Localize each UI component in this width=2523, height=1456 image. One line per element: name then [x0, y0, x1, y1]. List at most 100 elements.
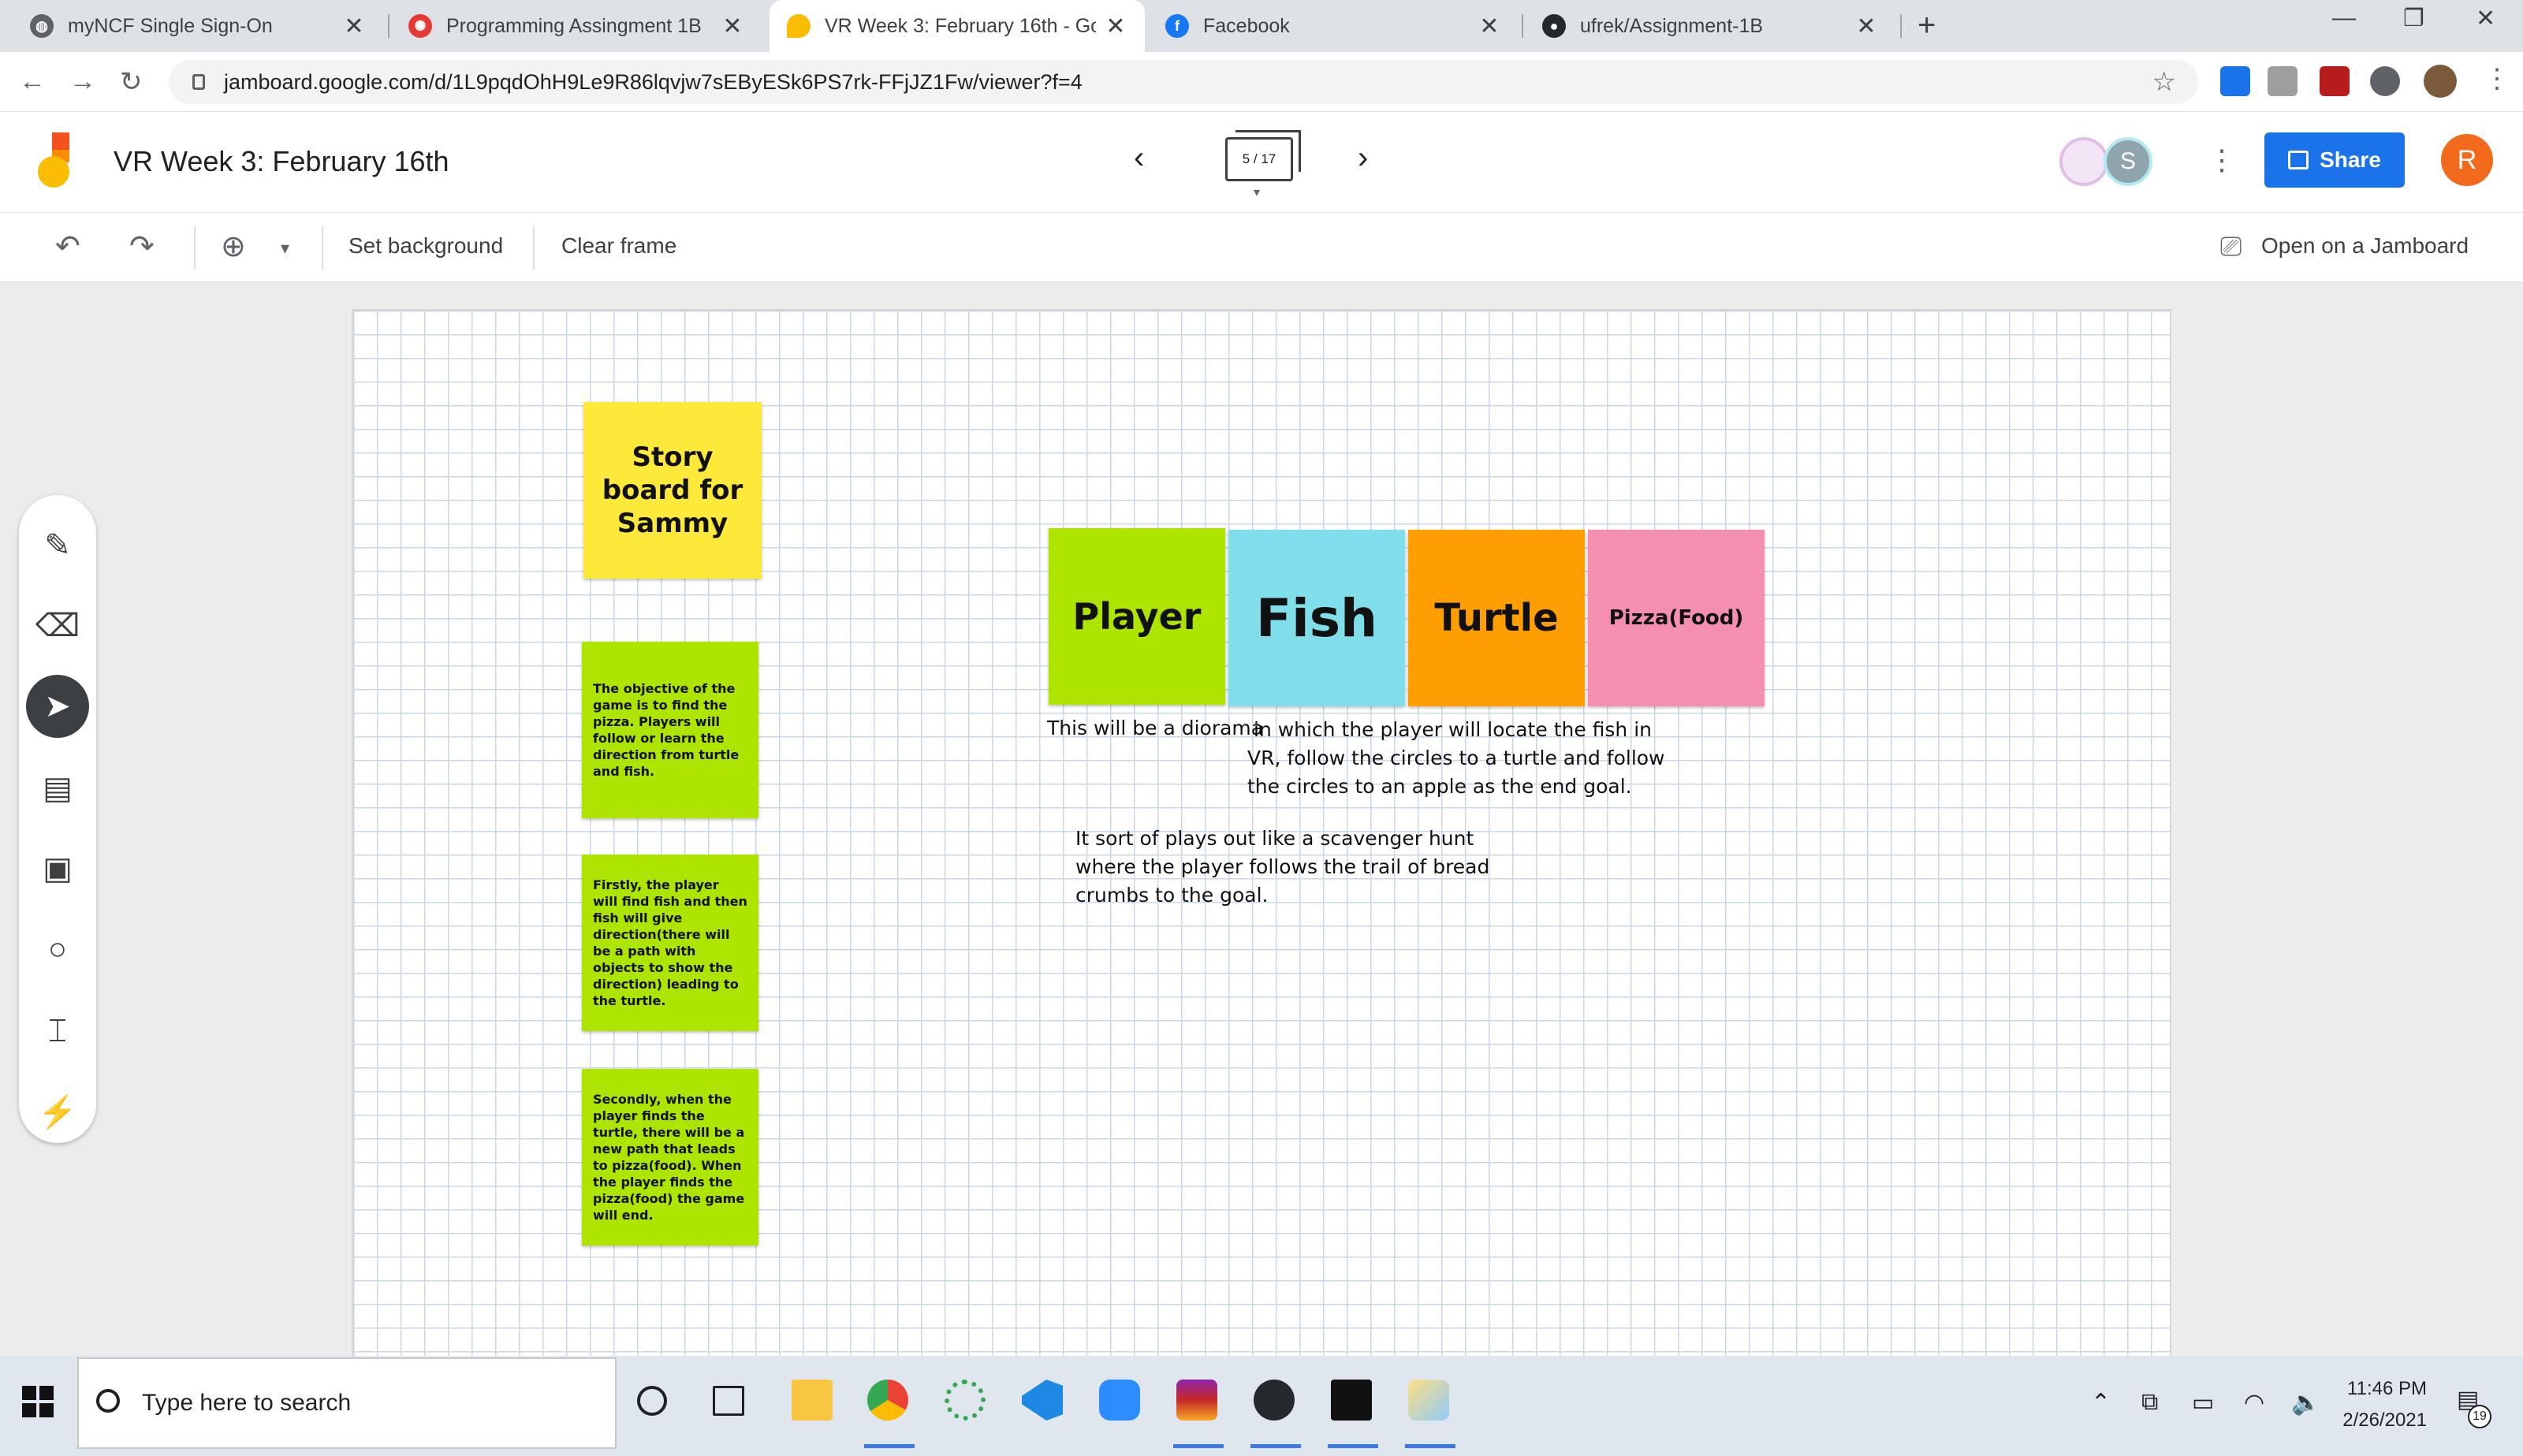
next-frame-icon[interactable]: › — [1358, 140, 1368, 176]
close-icon[interactable]: ✕ — [342, 13, 366, 40]
notification-count-badge: 19 — [2468, 1405, 2491, 1428]
pen-icon[interactable]: ✎ — [26, 514, 89, 577]
winrar-active-indicator — [1173, 1444, 1224, 1448]
text-box-diorama-start[interactable]: This will be a diorama — [1047, 714, 1263, 743]
tab-github[interactable]: ● ufrek/Assignment-1B ✕ — [1525, 0, 1895, 52]
more-options-icon[interactable]: ⋮ — [2208, 143, 2236, 177]
paint-icon[interactable] — [1408, 1380, 1449, 1421]
jamboard-toolbar: ↶ ↷ ⊕ ▾ Set background Clear frame ⎚ Ope… — [0, 213, 2523, 282]
search-icon — [96, 1389, 120, 1413]
sticky-note-objective[interactable]: The objective of the game is to find the… — [582, 642, 758, 818]
image-icon[interactable]: ▣ — [26, 837, 89, 900]
chrome-icon[interactable] — [867, 1380, 908, 1421]
text-box-diorama-rest[interactable]: in which the player will locate the fish… — [1247, 716, 1665, 801]
profile-avatar[interactable] — [2424, 65, 2457, 98]
zoom-dropdown-icon[interactable]: ▾ — [281, 238, 289, 259]
sync-app-icon[interactable] — [945, 1380, 986, 1421]
sticky-note-turtle[interactable]: Turtle — [1408, 530, 1585, 706]
minimize-icon[interactable]: — — [2332, 5, 2356, 32]
task-view-icon[interactable] — [713, 1386, 744, 1416]
set-background-button[interactable]: Set background — [348, 233, 503, 259]
sticky-note-fish[interactable]: Fish — [1228, 530, 1405, 706]
tray-chevron-icon[interactable]: ⌃ — [2091, 1389, 2111, 1417]
wifi-icon[interactable]: ◠ — [2244, 1389, 2264, 1417]
github-desktop-icon[interactable] — [1254, 1380, 1295, 1421]
extension-icon[interactable] — [2220, 66, 2250, 96]
undo-icon[interactable]: ↶ — [55, 229, 80, 264]
extensions-puzzle-icon[interactable] — [2370, 66, 2400, 96]
unity-icon[interactable] — [1331, 1380, 1372, 1421]
chrome-active-indicator — [864, 1444, 915, 1448]
tab-programming-assignment[interactable]: ✺ Programming Assingment 1B ✕ — [391, 0, 762, 52]
note-text: Player — [1072, 595, 1202, 638]
circle-shape-icon[interactable]: ○ — [26, 918, 89, 981]
cortana-icon[interactable] — [637, 1386, 667, 1416]
frame-counter[interactable]: 5 / 17 — [1225, 130, 1301, 181]
previous-frame-icon[interactable]: ‹ — [1134, 140, 1144, 176]
text-line: This will be a diorama — [1047, 717, 1264, 739]
share-button[interactable]: Share — [2264, 132, 2405, 188]
clock-date: 2/26/2021 — [2342, 1409, 2427, 1431]
tab-facebook[interactable]: f Facebook ✕ — [1148, 0, 1519, 52]
open-on-jamboard-button[interactable]: Open on a Jamboard — [2261, 233, 2469, 259]
extension-calendar-icon[interactable] — [2320, 66, 2350, 96]
redo-icon[interactable]: ↷ — [129, 229, 155, 264]
tab-title: VR Week 3: February 16th - Goog — [825, 14, 1096, 37]
restore-icon[interactable]: ❐ — [2403, 5, 2424, 32]
close-icon[interactable]: ✕ — [1854, 13, 1878, 40]
close-icon[interactable]: ✕ — [721, 13, 744, 40]
text-box-scavenger[interactable]: It sort of plays out like a scavenger hu… — [1075, 825, 1489, 910]
windows-start-icon[interactable] — [22, 1386, 54, 1417]
back-arrow-icon[interactable]: ← — [19, 66, 46, 97]
winrar-icon[interactable] — [1176, 1380, 1217, 1421]
reload-icon[interactable]: ↻ — [120, 66, 143, 98]
select-pointer-icon[interactable]: ➤ — [26, 675, 89, 738]
sticky-note-firstly[interactable]: Firstly, the player will find fish and t… — [582, 855, 758, 1031]
eraser-icon[interactable]: ⌫ — [26, 594, 89, 657]
tab-title: ufrek/Assignment-1B — [1580, 14, 1764, 37]
sticky-note-pizza[interactable]: Pizza(Food) — [1588, 530, 1765, 706]
battery-icon[interactable]: ▭ — [2192, 1389, 2214, 1417]
text-box-icon[interactable]: ⌶ — [26, 1000, 89, 1063]
note-text: Story board for Sammy — [602, 441, 743, 539]
collaborator-avatar-s[interactable]: S — [2104, 137, 2152, 186]
tab-myncf[interactable]: ◍ myNCF Single Sign-On ✕ — [13, 0, 383, 52]
taskbar-clock[interactable]: 11:46 PM 2/26/2021 — [2318, 1373, 2427, 1436]
laser-icon[interactable]: ⚡ — [26, 1080, 89, 1143]
sticky-note-icon[interactable]: ▤ — [26, 757, 89, 820]
unity-active-indicator — [1328, 1444, 1378, 1448]
windows-taskbar: Type here to search ⌃ ⧉ ▭ ◠ 🔈 11:46 PM 2… — [0, 1356, 2523, 1456]
zoom-icon[interactable]: ⊕ — [221, 229, 246, 264]
document-title[interactable]: VR Week 3: February 16th — [114, 145, 449, 178]
text-line: VR, follow the circles to a turtle and f… — [1247, 747, 1665, 769]
sticky-note-title[interactable]: Story board for Sammy — [583, 402, 762, 579]
new-tab-button[interactable]: + — [1917, 8, 1936, 43]
sticky-note-secondly[interactable]: Secondly, when the player finds the turt… — [582, 1069, 758, 1246]
cast-to-jamboard-icon[interactable]: ⎚ — [2220, 232, 2242, 263]
device-icon[interactable]: ⧉ — [2141, 1389, 2158, 1416]
whiteboard-frame[interactable]: Story board for Sammy The objective of t… — [352, 309, 2171, 1359]
user-avatar[interactable]: R — [2441, 134, 2493, 186]
window-close-icon[interactable]: ✕ — [2476, 5, 2495, 32]
volume-icon[interactable]: 🔈 — [2291, 1389, 2320, 1417]
text-line: It sort of plays out like a scavenger hu… — [1075, 827, 1474, 850]
forward-arrow-icon[interactable]: → — [69, 66, 96, 97]
lock-icon — [192, 74, 205, 90]
text-line: the circles to an apple as the end goal. — [1247, 775, 1632, 798]
zoom-app-icon[interactable] — [1099, 1380, 1140, 1421]
bookmark-star-icon[interactable]: ☆ — [2152, 66, 2176, 98]
jamboard-header: VR Week 3: February 16th ‹ 5 / 17 ▾ › S … — [0, 112, 2523, 213]
close-icon[interactable]: ✕ — [1104, 13, 1127, 40]
facebook-icon: f — [1165, 14, 1189, 38]
clear-frame-button[interactable]: Clear frame — [561, 233, 676, 259]
taskbar-search-input[interactable]: Type here to search — [77, 1357, 617, 1449]
sticky-note-player[interactable]: Player — [1049, 528, 1225, 705]
browser-menu-icon[interactable]: ⋮ — [2484, 63, 2510, 95]
file-explorer-icon[interactable] — [792, 1380, 833, 1421]
url-field[interactable]: jamboard.google.com/d/1L9pqdOhH9Le9R86lq… — [169, 60, 2198, 104]
extension-reader-icon[interactable] — [2268, 66, 2298, 96]
vscode-icon[interactable] — [1022, 1380, 1063, 1421]
tab-jamboard[interactable]: VR Week 3: February 16th - Goog ✕ — [770, 0, 1145, 52]
close-icon[interactable]: ✕ — [1478, 13, 1501, 40]
collaborator-avatar-anon[interactable] — [2059, 137, 2108, 186]
